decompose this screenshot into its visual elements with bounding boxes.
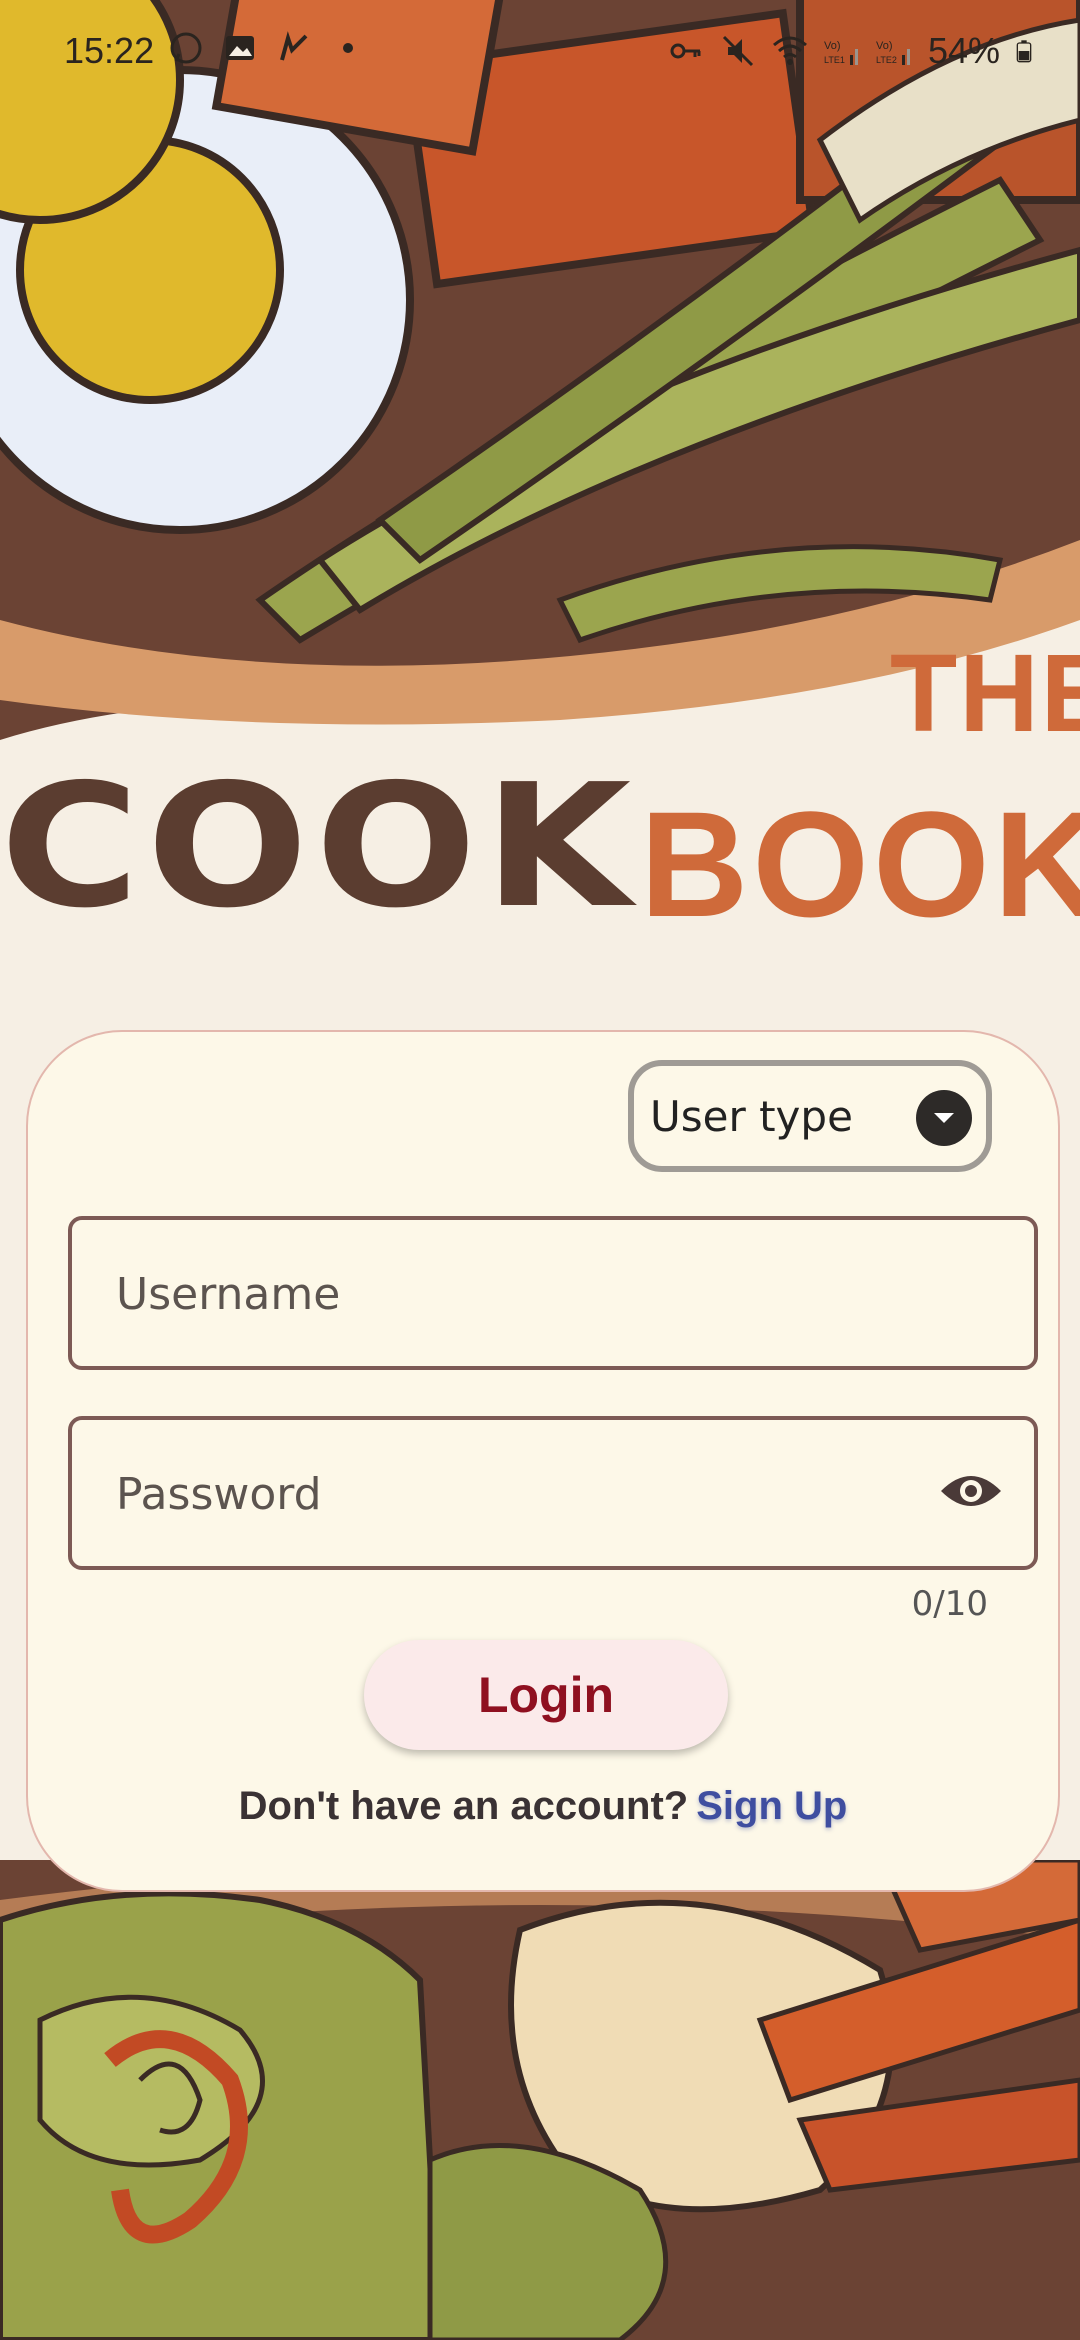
food-illustration-bottom	[0, 1860, 1080, 2340]
login-card: User type 0/10 Login Don't have an accou…	[26, 1030, 1060, 1892]
dropdown-arrow-icon	[916, 1090, 972, 1146]
vpn-key-icon	[670, 43, 701, 59]
mute-icon	[722, 35, 753, 67]
svg-text:Vo): Vo)	[824, 40, 841, 52]
svg-text:LTE2: LTE2	[876, 55, 897, 65]
whatsapp-icon	[170, 32, 202, 64]
dot-icon	[343, 43, 353, 53]
password-field[interactable]	[68, 1416, 1038, 1570]
signup-link[interactable]: Sign Up	[696, 1784, 847, 1828]
battery-icon	[1016, 40, 1032, 63]
login-button[interactable]: Login	[364, 1640, 728, 1750]
user-type-dropdown[interactable]: User type	[628, 1060, 992, 1172]
volte2-signal-icon: Vo) LTE2	[876, 40, 910, 65]
password-input[interactable]	[114, 1420, 938, 1568]
check-icon	[280, 31, 308, 61]
signup-row: Don't have an account? Sign Up	[28, 1784, 1058, 1829]
username-input[interactable]	[114, 1220, 938, 1368]
volte1-signal-icon: Vo) LTE1	[824, 40, 858, 65]
gallery-icon	[226, 36, 254, 60]
svg-text:LTE1: LTE1	[824, 55, 845, 65]
signup-prompt: Don't have an account?	[238, 1784, 689, 1828]
username-field[interactable]	[68, 1216, 1038, 1370]
brand-book: BOOK	[640, 780, 1080, 948]
password-char-counter: 0/10	[911, 1584, 988, 1624]
show-password-eye-icon[interactable]	[938, 1466, 1004, 1516]
battery-percent: 54%	[927, 30, 1000, 71]
status-bar: 15:22 Vo) LTE1 Vo) LTE2 54%	[0, 0, 1080, 100]
wifi-icon	[772, 36, 807, 65]
brand-the: THE	[890, 632, 1080, 755]
svg-text:Vo): Vo)	[876, 40, 893, 52]
user-type-label: User type	[650, 1091, 853, 1141]
brand-cook: COOK	[0, 748, 638, 946]
status-time: 15:22	[64, 30, 155, 71]
